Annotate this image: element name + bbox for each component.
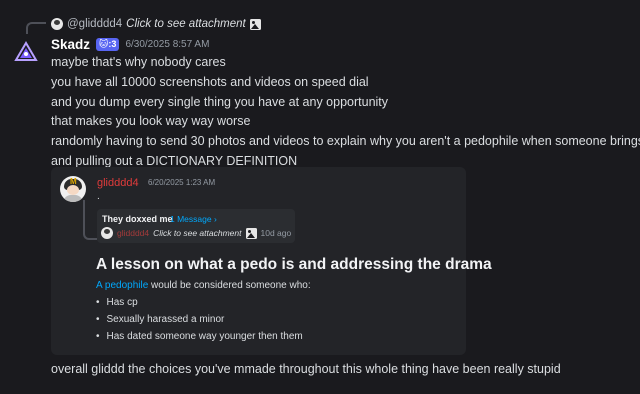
bullet-item: Has dated someone way younger then them [96, 331, 303, 342]
reply-reference[interactable]: @glidddd4 Click to see attachment [51, 17, 261, 31]
message-header: Skadz 🐱:3 6/30/2025 8:57 AM [51, 36, 209, 52]
avatar[interactable] [14, 40, 38, 64]
message-line: you have all 10000 screenshots and video… [51, 75, 369, 89]
reply-avatar [51, 18, 63, 30]
message-line: maybe that's why nobody cares [51, 55, 226, 69]
reply-connector [26, 22, 46, 34]
message-timestamp[interactable]: 6/30/2025 8:57 AM [125, 39, 209, 50]
message-line: that makes you look way way worse [51, 114, 251, 128]
username[interactable]: Skadz [51, 37, 90, 52]
thread-user-avatar [101, 227, 113, 239]
thread-last-message[interactable]: glidddd4 Click to see attachment 10d ago [101, 227, 291, 239]
thread-age: 10d ago [260, 228, 292, 238]
user-badge: 🐱:3 [96, 37, 120, 51]
message-line: and pulling out a DICTIONARY DEFINITION [51, 154, 298, 168]
embed-content: . [97, 191, 100, 202]
message-line: and you dump every single thing you have… [51, 95, 389, 109]
thread-user[interactable]: glidddd4 [117, 228, 149, 238]
thread-message-link[interactable]: 1 Message › [170, 214, 217, 224]
image-icon [249, 18, 261, 30]
definition-text: would be considered someone who: [148, 280, 311, 291]
thread-title: They doxxed me [102, 214, 173, 224]
embed-heading: A lesson on what a pedo is and addressin… [96, 256, 492, 273]
badge-text: :3 [108, 38, 117, 49]
definition-line: A pedophile would be considered someone … [96, 280, 311, 291]
thread-connector [83, 200, 97, 240]
reply-attachment-text[interactable]: Click to see attachment [126, 18, 246, 30]
embed-avatar[interactable]: M [60, 176, 86, 202]
forwarded-message-embed[interactable]: M glidddd4 6/20/2025 1:23 AM . They doxx… [51, 167, 492, 355]
embed-author[interactable]: glidddd4 [97, 177, 139, 189]
reply-author[interactable]: @glidddd4 [67, 18, 122, 30]
bullet-item: Sexually harassed a minor [96, 314, 225, 325]
message-line: randomly having to send 30 photos and vi… [51, 134, 640, 148]
definition-link[interactable]: A pedophile [96, 280, 148, 291]
thread-attachment-text[interactable]: Click to see attachment [153, 228, 241, 238]
image-icon [245, 227, 257, 239]
embed-timestamp: 6/20/2025 1:23 AM [148, 178, 216, 187]
bullet-item: Has cp [96, 297, 138, 308]
message-line: overall gliddd the choices you've mmade … [51, 362, 561, 376]
thread-preview[interactable]: They doxxed me 1 Message › glidddd4 Clic… [97, 209, 295, 243]
